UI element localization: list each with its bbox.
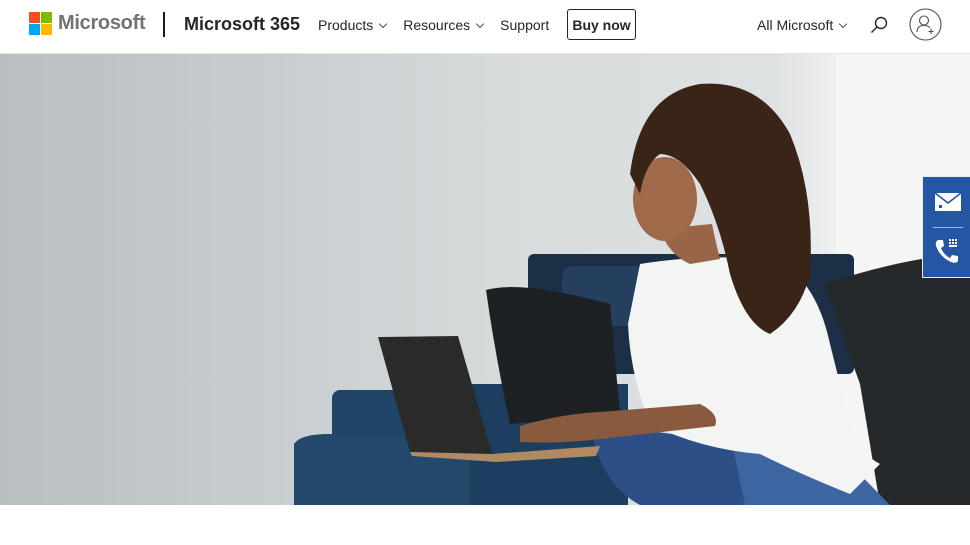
chevron-down-icon xyxy=(379,19,388,28)
header-divider xyxy=(163,12,165,37)
nav-support[interactable]: Support xyxy=(500,17,549,33)
account-add-icon[interactable] xyxy=(909,8,942,41)
nav-products-label: Products xyxy=(318,17,374,33)
nav-resources-label: Resources xyxy=(403,17,471,33)
hero-image xyxy=(0,54,970,505)
microsoft-logo[interactable]: Microsoft xyxy=(29,12,146,35)
nav-resources[interactable]: Resources xyxy=(403,17,485,33)
nav-products[interactable]: Products xyxy=(318,17,388,33)
all-microsoft-menu[interactable]: All Microsoft xyxy=(757,17,848,33)
brand-name: Microsoft xyxy=(58,12,146,34)
search-icon[interactable] xyxy=(869,15,889,35)
nav-support-label: Support xyxy=(500,17,550,33)
main-nav: Products Resources Support xyxy=(318,17,566,33)
microsoft-logo-icon xyxy=(29,12,52,35)
pillow-left xyxy=(486,287,620,424)
chevron-down-icon xyxy=(475,19,485,28)
contact-widget xyxy=(922,176,970,278)
phone-icon[interactable] xyxy=(934,237,962,265)
product-title[interactable]: Microsoft 365 xyxy=(184,14,300,35)
mail-icon[interactable] xyxy=(935,193,961,211)
all-microsoft-label: All Microsoft xyxy=(757,17,834,33)
site-header: Microsoft Microsoft 365 Products Resourc… xyxy=(0,0,970,54)
buy-now-button[interactable]: Buy now xyxy=(567,9,636,40)
chevron-down-icon xyxy=(838,19,848,28)
hero-illustration xyxy=(294,54,970,505)
contact-separator xyxy=(933,227,963,228)
